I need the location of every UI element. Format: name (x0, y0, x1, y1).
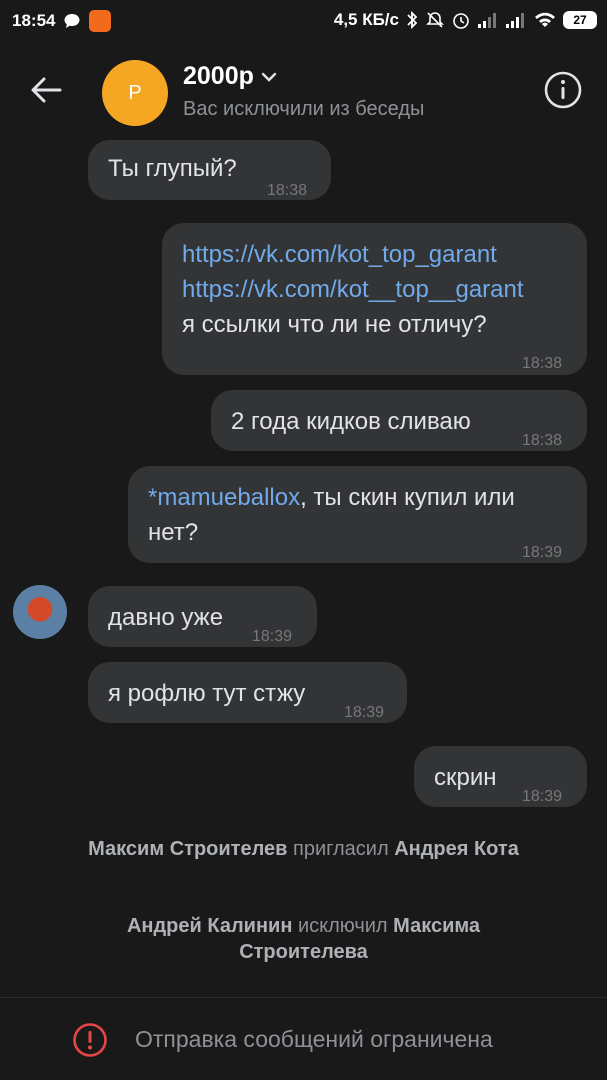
battery-level: 27 (573, 13, 587, 27)
service-action: исключил (292, 915, 394, 937)
message-bubble-outgoing[interactable]: https://vk.com/kot_top_garant https://vk… (162, 223, 587, 375)
message-time: 18:38 (522, 432, 563, 449)
battery-icon: 27 (563, 11, 597, 29)
status-bar-left: 18:54 (12, 10, 112, 32)
status-bar-right: 4,5 КБ/с 27 (334, 10, 597, 30)
signal-2-icon (505, 11, 527, 29)
message-text-line: *mamueballox, ты скин купил или (148, 480, 567, 515)
network-speed: 4,5 КБ/с (333, 10, 399, 29)
message-time: 18:39 (252, 628, 293, 645)
chat-bubble-icon (63, 12, 81, 30)
bluetooth-icon (405, 10, 419, 30)
chat-subtitle: Вас исключили из беседы (183, 98, 425, 120)
back-button[interactable] (26, 70, 66, 110)
message-link[interactable]: https://vk.com/kot_top_garant (182, 237, 567, 272)
status-bar: 18:54 4,5 КБ/с 27 (0, 0, 607, 44)
message-bubble-outgoing[interactable]: скрин 18:39 (414, 746, 587, 807)
message-bubble-outgoing[interactable]: *mamueballox, ты скин купил или нет? 18:… (128, 466, 587, 563)
alert-circle-icon (73, 1023, 107, 1057)
message-bubble-incoming[interactable]: я рофлю тут стжу 18:39 (88, 662, 407, 723)
message-time: 18:39 (344, 704, 385, 721)
arrow-left-icon (31, 77, 62, 103)
restriction-text: Отправка сообщений ограничена (135, 1026, 493, 1052)
footer-divider (0, 997, 607, 998)
app-notification-icon (89, 10, 112, 32)
message-bubble-outgoing[interactable]: 2 года кидков сливаю 18:38 (211, 390, 587, 451)
wifi-icon (533, 11, 557, 29)
target-name[interactable]: Андрея Кота (394, 838, 519, 860)
chat-header: Р 2000р Вас исключили из беседы (0, 50, 607, 136)
service-action: пригласил (287, 838, 395, 860)
message-time: 18:38 (522, 355, 563, 372)
info-button[interactable] (543, 70, 583, 110)
silent-bell-icon (425, 10, 445, 30)
message-time: 18:38 (267, 182, 308, 199)
composer-restricted-bar: Отправка сообщений ограничена (0, 1012, 607, 1068)
signal-1-icon (477, 11, 499, 29)
message-link[interactable]: https://vk.com/kot__top__garant (182, 272, 567, 307)
alarm-icon (451, 10, 471, 30)
chat-avatar-letter: Р (128, 81, 142, 104)
screen: 18:54 4,5 КБ/с 27 Р 2000р Вас исключили … (0, 0, 607, 1080)
chevron-down-icon (261, 72, 277, 82)
sender-avatar[interactable] (13, 585, 67, 639)
message-text: , ты скин купил или (300, 484, 515, 511)
service-message: Максим Строителев пригласил Андрея Кота (60, 836, 547, 862)
mention-link[interactable]: *mamueballox (148, 484, 300, 511)
actor-name[interactable]: Андрей Калинин (127, 915, 292, 937)
message-bubble-incoming[interactable]: Ты глупый? 18:38 (88, 140, 331, 200)
chat-title-text: 2000р (183, 62, 254, 90)
message-bubble-incoming[interactable]: давно уже 18:39 (88, 586, 317, 647)
actor-name[interactable]: Максим Строителев (88, 838, 287, 860)
message-text: 2 года кидков сливаю (231, 408, 471, 435)
service-message: Андрей Калинин исключил Максима Строител… (60, 913, 547, 965)
message-text: нет? (148, 519, 199, 546)
chat-avatar[interactable]: Р (102, 60, 168, 126)
chat-title[interactable]: 2000р (183, 62, 278, 91)
info-icon (544, 71, 582, 109)
message-time: 18:39 (522, 788, 563, 805)
message-text: я ссылки что ли не отличу? (182, 311, 487, 338)
status-time: 18:54 (12, 11, 56, 30)
message-time: 18:39 (522, 544, 563, 561)
